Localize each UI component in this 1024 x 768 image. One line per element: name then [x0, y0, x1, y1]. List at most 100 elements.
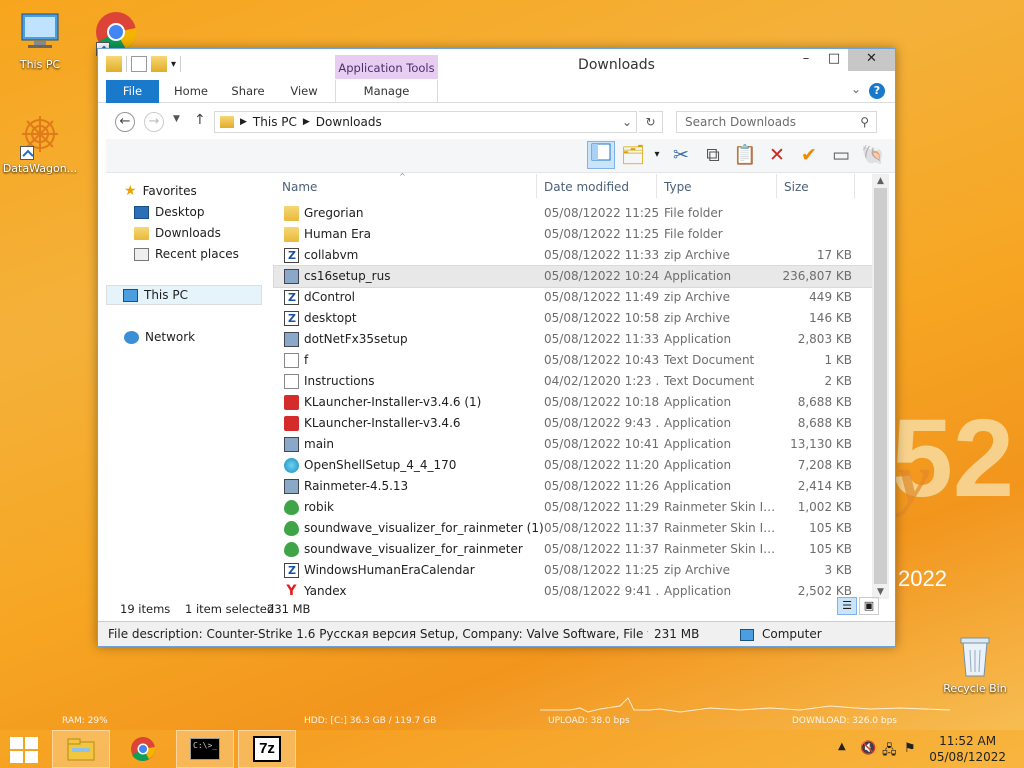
- desktop-icon-recycle-bin[interactable]: Recycle Bin: [935, 632, 1015, 695]
- ribbon-tabs: File Home Share View Manage ⌄ ?: [98, 79, 895, 103]
- tab-view[interactable]: View: [282, 80, 326, 103]
- minimize-button[interactable]: –: [792, 49, 820, 71]
- copy-icon[interactable]: ⧉: [699, 141, 727, 169]
- tab-manage[interactable]: Manage: [335, 80, 438, 103]
- table-row[interactable]: KLauncher-Installer-v3.4.6 (1) 05/08/1202…: [274, 392, 874, 413]
- table-row[interactable]: dControl 05/08/12022 11:49 ... zip Archive…: [274, 287, 874, 308]
- table-row[interactable]: Instructions 04/02/12020 1:23 ... Text Doc…: [274, 371, 874, 392]
- cell-type: Rainmeter Skin Ins...: [664, 521, 776, 535]
- column-type[interactable]: Type: [664, 180, 692, 194]
- cell-name: Yandex: [304, 584, 347, 598]
- nav-favorites[interactable]: ★ Favorites: [124, 181, 280, 201]
- table-row[interactable]: Human Era 05/08/12022 11:25 ... File folde…: [274, 224, 874, 245]
- table-row[interactable]: dotNetFx35setup 05/08/12022 11:33 ... Appl…: [274, 329, 874, 350]
- table-row[interactable]: collabvm 05/08/12022 11:33 ... zip Archive…: [274, 245, 874, 266]
- selection-size: 231 MB: [267, 602, 311, 616]
- cell-size: 1,002 KB: [797, 500, 852, 514]
- table-row[interactable]: KLauncher-Installer-v3.4.6 05/08/12022 9:…: [274, 413, 874, 434]
- delete-icon[interactable]: ✕: [763, 141, 791, 169]
- help-icon[interactable]: ?: [869, 83, 885, 99]
- search-input[interactable]: Search Downloads ⚲: [676, 111, 877, 133]
- table-row[interactable]: main 05/08/12022 10:41 ... Application 13,1…: [274, 434, 874, 455]
- cell-type: Text Document: [664, 374, 755, 388]
- options-dropdown-icon[interactable]: ▾: [651, 141, 663, 169]
- vertical-scrollbar[interactable]: ▲ ▼: [872, 174, 889, 599]
- table-row[interactable]: soundwave_visualizer_for_rainmeter 05/08/…: [274, 539, 874, 560]
- details-location: Computer: [762, 627, 822, 641]
- navigation-pane-icon[interactable]: [587, 141, 615, 169]
- maximize-button[interactable]: □: [820, 49, 848, 71]
- breadcrumb-this-pc[interactable]: This PC: [253, 115, 297, 129]
- volume-muted-icon[interactable]: 🔇: [860, 741, 876, 756]
- table-row[interactable]: robik 05/08/12022 11:29 ... Rainmeter Skin…: [274, 497, 874, 518]
- table-row[interactable]: OpenShellSetup_4_4_170 05/08/12022 11:20 …: [274, 455, 874, 476]
- column-headers: ^ Name Date modified Type Size: [274, 172, 874, 198]
- file-description: File description: Counter-Strike 1.6 Рус…: [108, 627, 648, 641]
- tab-home[interactable]: Home: [166, 80, 216, 103]
- paste-icon[interactable]: 📋: [731, 141, 759, 169]
- refresh-button[interactable]: ↻: [639, 111, 663, 133]
- taskbar-file-explorer[interactable]: [52, 730, 110, 768]
- scroll-thumb[interactable]: [874, 188, 887, 584]
- table-row[interactable]: Gregorian 05/08/12022 11:25 ... File folde…: [274, 203, 874, 224]
- cell-date: 05/08/12022 11:25 ...: [544, 563, 660, 577]
- action-center-icon[interactable]: ⚑: [904, 741, 916, 756]
- table-row[interactable]: desktopt 05/08/12022 10:58 ... zip Archive…: [274, 308, 874, 329]
- cell-type: Application: [664, 584, 732, 598]
- address-dropdown-icon[interactable]: ⌄: [622, 115, 632, 129]
- table-row[interactable]: f 05/08/12022 10:43 ... Text Document 1 KB: [274, 350, 874, 371]
- column-size[interactable]: Size: [784, 180, 809, 194]
- show-hidden-icons-icon[interactable]: ▲: [838, 741, 846, 752]
- cell-size: 105 KB: [809, 521, 852, 535]
- zip-icon: [284, 308, 299, 329]
- close-button[interactable]: ✕: [848, 49, 895, 71]
- taskbar-7zip[interactable]: 7z: [238, 730, 296, 768]
- table-row[interactable]: Y Yandex 05/08/12022 9:41 ... Application 2,…: [274, 581, 874, 602]
- large-icons-view-icon[interactable]: ▣: [859, 597, 879, 615]
- recent-locations-icon[interactable]: ▼: [173, 114, 180, 124]
- table-row[interactable]: cs16setup_rus 05/08/12022 10:24 ... Applic…: [273, 265, 875, 288]
- cell-size: 449 KB: [809, 290, 852, 304]
- cell-size: 2,803 KB: [797, 332, 852, 346]
- taskbar-chrome[interactable]: [114, 730, 172, 768]
- folder-options-icon[interactable]: 🗂: [619, 141, 647, 169]
- details-view-icon[interactable]: ☰: [837, 597, 857, 615]
- desktop-icon-datawagon[interactable]: DataWagon...: [0, 112, 80, 175]
- shell-icon[interactable]: 🐚: [859, 141, 887, 169]
- cell-size: 146 KB: [809, 311, 852, 325]
- select-all-icon[interactable]: ✔: [795, 141, 823, 169]
- nav-network[interactable]: Network: [124, 327, 280, 347]
- title-bar[interactable]: ▾ Application Tools Downloads – □ ✕: [98, 49, 895, 81]
- cell-size: 3 KB: [824, 563, 852, 577]
- address-bar[interactable]: ▶ This PC ▶ Downloads ⌄: [214, 111, 637, 133]
- cut-icon[interactable]: ✂: [667, 141, 695, 169]
- nav-desktop[interactable]: Desktop: [134, 202, 290, 222]
- explorer-window: ▾ Application Tools Downloads – □ ✕ File…: [97, 48, 896, 647]
- column-name[interactable]: Name: [282, 180, 317, 194]
- breadcrumb-downloads[interactable]: Downloads: [316, 115, 382, 129]
- rename-icon[interactable]: ▭: [827, 141, 855, 169]
- rainmeter-bar: RAM: 29% HDD: [C:] 36.3 GB / 119.7 GB UP…: [0, 700, 1024, 730]
- cell-name: desktopt: [304, 311, 357, 325]
- start-button[interactable]: [10, 737, 38, 763]
- clock[interactable]: 11:52 AM 05/08/12022: [929, 733, 1006, 765]
- forward-button[interactable]: →: [144, 112, 164, 132]
- taskbar-cmd[interactable]: C:\>_: [176, 730, 234, 768]
- nav-this-pc[interactable]: This PC: [106, 285, 262, 305]
- column-date-modified[interactable]: Date modified: [544, 180, 629, 194]
- table-row[interactable]: Rainmeter-4.5.13 05/08/12022 11:26 ... App…: [274, 476, 874, 497]
- nav-recent-places[interactable]: Recent places: [134, 244, 290, 264]
- table-row[interactable]: WindowsHumanEraCalendar 05/08/12022 11:25…: [274, 560, 874, 581]
- up-button[interactable]: ↑: [194, 112, 206, 128]
- table-row[interactable]: soundwave_visualizer_for_rainmeter (1) 05…: [274, 518, 874, 539]
- network-tray-icon[interactable]: 🖧: [882, 741, 897, 763]
- scroll-up-icon[interactable]: ▲: [872, 174, 889, 188]
- nav-downloads[interactable]: Downloads: [134, 223, 290, 243]
- tab-file[interactable]: File: [106, 80, 159, 103]
- tab-share[interactable]: Share: [224, 80, 272, 103]
- desktop-icon-this-pc[interactable]: This PC: [0, 8, 80, 71]
- zip-icon: [284, 560, 299, 581]
- back-button[interactable]: ←: [115, 112, 135, 132]
- cell-name: cs16setup_rus: [304, 269, 391, 283]
- ribbon-expand-icon[interactable]: ⌄: [851, 82, 861, 96]
